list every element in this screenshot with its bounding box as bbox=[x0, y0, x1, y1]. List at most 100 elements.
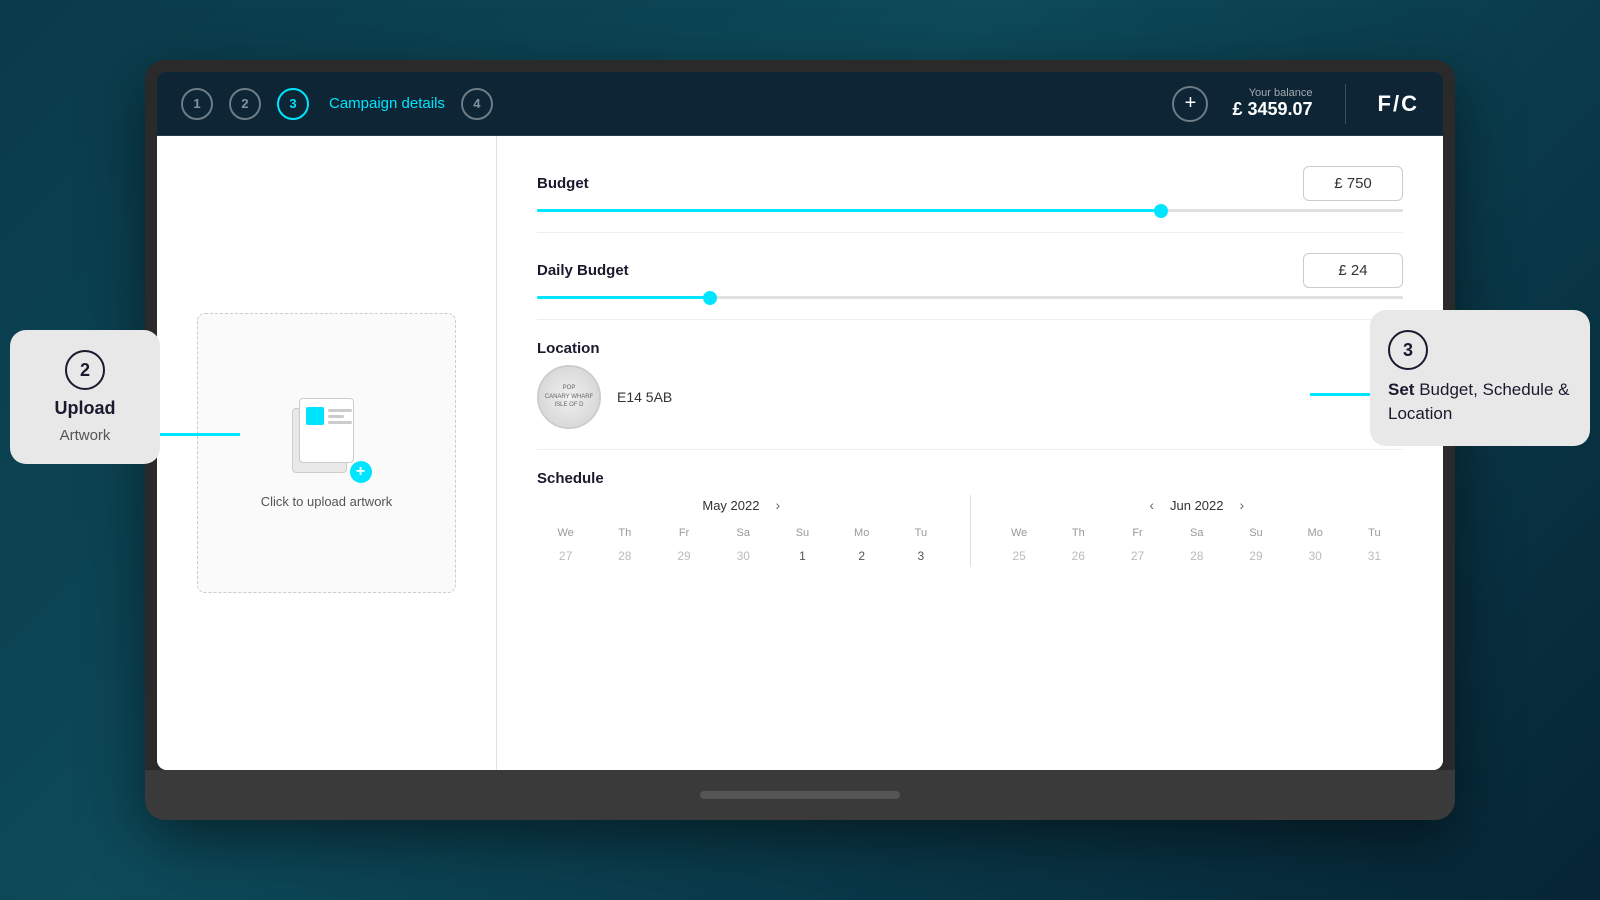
callout-right-number: 3 bbox=[1388, 330, 1428, 370]
budget-input[interactable]: £ 750 bbox=[1303, 166, 1403, 201]
daily-budget-slider-fill bbox=[537, 296, 710, 299]
may-col-7: Tu bbox=[892, 523, 949, 543]
callout-left-number: 2 bbox=[65, 350, 105, 390]
may-day-7[interactable]: 3 bbox=[892, 545, 949, 567]
jun-day-1[interactable]: 25 bbox=[991, 545, 1048, 567]
app-container: 1 2 3 Campaign details 4 + Your balance … bbox=[157, 72, 1443, 770]
budget-slider-fill bbox=[537, 209, 1161, 212]
daily-budget-slider-thumb[interactable] bbox=[703, 291, 717, 305]
details-panel: Budget £ 750 Daily Budget £ 24 bbox=[497, 136, 1443, 770]
may-day-headers: We Th Fr Sa Su Mo Tu 27 28 29 30 bbox=[537, 523, 950, 567]
postcode: E14 5AB bbox=[617, 389, 672, 405]
header-divider bbox=[1345, 84, 1346, 124]
step-4[interactable]: 4 bbox=[461, 88, 493, 120]
callout-set-budget: 3 Set Budget, Schedule & Location bbox=[1370, 310, 1590, 446]
may-col-3: Fr bbox=[655, 523, 712, 543]
jun-day-3[interactable]: 27 bbox=[1109, 545, 1166, 567]
laptop-base bbox=[145, 770, 1455, 820]
callout-left-title: Upload bbox=[55, 398, 116, 419]
calendar-may: May 2022 › We Th Fr Sa Su Mo Tu bbox=[537, 495, 950, 567]
jun-col-4: Sa bbox=[1168, 523, 1225, 543]
daily-budget-slider[interactable] bbox=[537, 296, 1403, 299]
calendar-may-header: May 2022 › bbox=[537, 495, 950, 515]
doc-line-1 bbox=[328, 409, 352, 412]
doc-lines bbox=[328, 407, 352, 424]
budget-slider-thumb[interactable] bbox=[1154, 204, 1168, 218]
jun-col-2: Th bbox=[1050, 523, 1107, 543]
map-circle: POP CANARY WHARF ISLE OF D bbox=[537, 365, 601, 429]
may-day-4[interactable]: 30 bbox=[715, 545, 772, 567]
may-day-3[interactable]: 29 bbox=[655, 545, 712, 567]
jun-next-button[interactable]: › bbox=[1236, 495, 1249, 515]
calendars-row: May 2022 › We Th Fr Sa Su Mo Tu bbox=[537, 495, 1403, 567]
step-3[interactable]: 3 bbox=[277, 88, 309, 120]
balance-section: Your balance £ 3459.07 bbox=[1232, 87, 1312, 120]
upload-plus-badge: + bbox=[350, 461, 372, 483]
may-month-label: May 2022 bbox=[702, 498, 759, 513]
may-col-1: We bbox=[537, 523, 594, 543]
jun-col-1: We bbox=[991, 523, 1048, 543]
step-2[interactable]: 2 bbox=[229, 88, 261, 120]
callout-left-subtitle: Artwork bbox=[60, 427, 111, 444]
laptop-frame: 1 2 3 Campaign details 4 + Your balance … bbox=[145, 60, 1455, 820]
doc-stack: + bbox=[287, 398, 367, 478]
may-col-4: Sa bbox=[715, 523, 772, 543]
may-col-6: Mo bbox=[833, 523, 890, 543]
jun-day-5[interactable]: 29 bbox=[1227, 545, 1284, 567]
daily-budget-input[interactable]: £ 24 bbox=[1303, 253, 1403, 288]
jun-col-5: Su bbox=[1227, 523, 1284, 543]
balance-amount: £ 3459.07 bbox=[1232, 99, 1312, 120]
location-content: POP CANARY WHARF ISLE OF D E14 5AB bbox=[537, 365, 1403, 429]
budget-slider-track bbox=[537, 209, 1403, 212]
connector-left-line bbox=[160, 433, 240, 436]
laptop-screen: 1 2 3 Campaign details 4 + Your balance … bbox=[157, 72, 1443, 770]
logo: F/C bbox=[1378, 91, 1419, 117]
divider-1 bbox=[537, 232, 1403, 233]
map-inner: POP CANARY WHARF ISLE OF D bbox=[539, 367, 599, 427]
may-next-button[interactable]: › bbox=[771, 495, 784, 515]
calendar-jun: ‹ Jun 2022 › We Th Fr Sa Su Mo bbox=[991, 495, 1404, 567]
step-1[interactable]: 1 bbox=[181, 88, 213, 120]
jun-day-6[interactable]: 30 bbox=[1287, 545, 1344, 567]
budget-row: Budget £ 750 bbox=[537, 166, 1403, 201]
may-col-5: Su bbox=[774, 523, 831, 543]
doc-line-2 bbox=[328, 415, 344, 418]
jun-day-4[interactable]: 28 bbox=[1168, 545, 1225, 567]
schedule-label: Schedule bbox=[537, 470, 1403, 487]
jun-day-2[interactable]: 26 bbox=[1050, 545, 1107, 567]
calendar-separator bbox=[970, 495, 971, 567]
doc-front bbox=[299, 398, 354, 463]
add-balance-button[interactable]: + bbox=[1172, 86, 1208, 122]
jun-col-7: Tu bbox=[1346, 523, 1403, 543]
upload-area[interactable]: + Click to upload artwork bbox=[197, 313, 456, 593]
laptop-base-strip bbox=[700, 791, 900, 799]
jun-day-headers: We Th Fr Sa Su Mo Tu 25 26 27 28 bbox=[991, 523, 1404, 567]
jun-day-7[interactable]: 31 bbox=[1346, 545, 1403, 567]
budget-slider[interactable] bbox=[537, 209, 1403, 212]
divider-3 bbox=[537, 449, 1403, 450]
upload-icon: + bbox=[287, 398, 367, 478]
may-day-5[interactable]: 1 bbox=[774, 545, 831, 567]
location-label: Location bbox=[537, 340, 1403, 357]
upload-text: Click to upload artwork bbox=[261, 494, 393, 509]
daily-budget-row: Daily Budget £ 24 bbox=[537, 253, 1403, 288]
callout-right-text: Set Budget, Schedule & Location bbox=[1388, 378, 1572, 426]
main-content: + Click to upload artwork Budget £ 750 bbox=[157, 136, 1443, 770]
connector-right-line bbox=[1310, 393, 1370, 396]
doc-cyan-block bbox=[306, 407, 324, 425]
may-day-6[interactable]: 2 bbox=[833, 545, 890, 567]
budget-label: Budget bbox=[537, 175, 1303, 192]
jun-prev-button[interactable]: ‹ bbox=[1145, 495, 1158, 515]
daily-budget-slider-track bbox=[537, 296, 1403, 299]
daily-budget-label: Daily Budget bbox=[537, 262, 1303, 279]
app-header: 1 2 3 Campaign details 4 + Your balance … bbox=[157, 72, 1443, 136]
divider-2 bbox=[537, 319, 1403, 320]
callout-upload: 2 Upload Artwork bbox=[10, 330, 160, 464]
may-col-2: Th bbox=[596, 523, 653, 543]
calendar-jun-header: ‹ Jun 2022 › bbox=[991, 495, 1404, 515]
jun-col-3: Fr bbox=[1109, 523, 1166, 543]
may-day-2[interactable]: 28 bbox=[596, 545, 653, 567]
active-step-label: Campaign details bbox=[329, 95, 445, 112]
may-day-1[interactable]: 27 bbox=[537, 545, 594, 567]
balance-label: Your balance bbox=[1232, 87, 1312, 99]
